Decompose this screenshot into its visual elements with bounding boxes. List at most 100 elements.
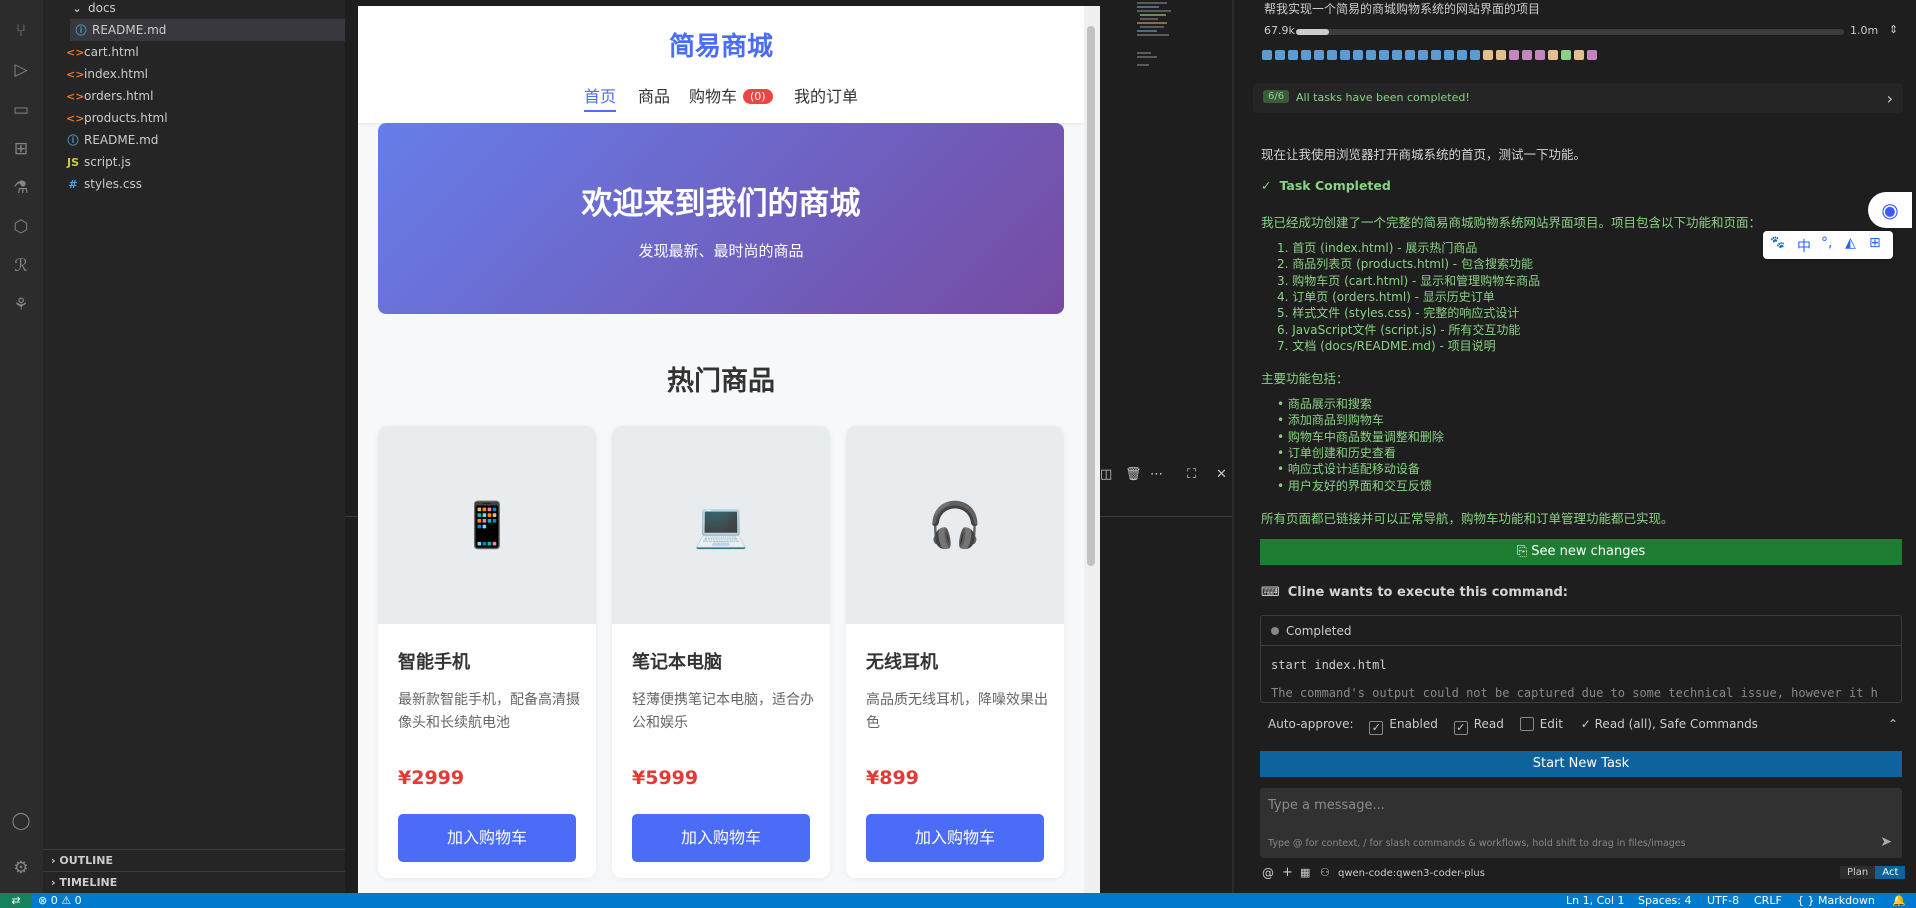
outline-section[interactable]: › OUTLINE <box>43 849 345 871</box>
act-mode-button[interactable]: Act <box>1875 866 1906 879</box>
ime-language-toggle[interactable]: 中 <box>1797 236 1811 256</box>
checkpoint-marker[interactable] <box>1366 50 1376 60</box>
account-icon[interactable]: ◯ <box>8 808 34 834</box>
trash-icon[interactable]: 🗑 <box>1125 467 1142 482</box>
checkpoint-marker[interactable] <box>1275 50 1285 60</box>
checkpoint-marker[interactable] <box>1561 50 1571 60</box>
containers-icon[interactable]: ⬡ <box>8 214 34 240</box>
auto-approve-summary: ✓ Read (all), Safe Commands <box>1580 717 1758 731</box>
product-card: 💻 笔记本电脑 轻薄便携笔记本电脑，适合办公和娱乐 ¥5999 加入购物车 <box>612 426 830 878</box>
run-debug-icon[interactable]: ▷ <box>8 57 34 83</box>
checkpoint-marker[interactable] <box>1496 50 1506 60</box>
context-progress-track <box>1296 29 1844 35</box>
source-control-icon[interactable]: ⑂ <box>8 18 34 44</box>
checkpoint-marker[interactable] <box>1418 50 1428 60</box>
plan-mode-button[interactable]: Plan <box>1840 866 1876 879</box>
checkpoint-marker[interactable] <box>1301 50 1311 60</box>
split-terminal-icon[interactable]: ◫ <box>1100 467 1112 482</box>
nav-orders[interactable]: 我的订单 <box>794 83 858 107</box>
scrollbar-thumb[interactable] <box>1087 26 1095 566</box>
edit-checkbox[interactable] <box>1519 717 1534 731</box>
checkpoint-marker[interactable] <box>1522 50 1532 60</box>
nav-home[interactable]: 首页 <box>584 83 617 112</box>
bell-icon[interactable]: 🔔 <box>1892 893 1906 908</box>
remote-explorer-icon[interactable]: ▭ <box>8 97 34 123</box>
see-new-changes-button[interactable]: ⎘ See new changes <box>1260 539 1902 565</box>
punctuation-icon[interactable]: °, <box>1821 235 1832 251</box>
tree-folder-docs[interactable]: ⌄ docs <box>70 0 115 19</box>
remote-indicator-icon[interactable]: ⇄ <box>0 893 32 908</box>
settings-gear-icon[interactable]: ⚙ <box>8 855 34 881</box>
tree-file-orders[interactable]: <>orders.html <box>66 85 153 107</box>
language-mode[interactable]: { } Markdown <box>1797 893 1875 908</box>
checkpoint-marker[interactable] <box>1444 50 1454 60</box>
checkpoint-marker[interactable] <box>1327 50 1337 60</box>
nav-cart[interactable]: 购物车 (0) <box>689 83 773 107</box>
add-icon[interactable]: + <box>1282 865 1293 880</box>
checkpoint-marker[interactable] <box>1392 50 1402 60</box>
start-new-task-button[interactable]: Start New Task <box>1260 751 1902 777</box>
tree-file-docs-readme[interactable]: ⓘ README.md <box>70 19 345 41</box>
product-description: 轻薄便携笔记本电脑，适合办公和娱乐 <box>632 692 814 731</box>
tree-file-cart[interactable]: <>cart.html <box>66 41 139 63</box>
add-to-cart-button[interactable]: 加入购物车 <box>398 814 576 862</box>
chevron-down-icon: ⌄ <box>72 2 82 15</box>
grid-icon[interactable]: ⊞ <box>1869 235 1881 251</box>
add-to-cart-button[interactable]: 加入购物车 <box>632 814 810 862</box>
line-ending[interactable]: CRLF <box>1754 893 1782 908</box>
problems-indicator[interactable]: ⊗ 0 ⚠ 0 <box>38 893 82 908</box>
tree-file-readme[interactable]: ⓘ README.md <box>66 129 159 151</box>
checkpoint-marker[interactable] <box>1340 50 1350 60</box>
tree-file-products[interactable]: <>products.html <box>66 107 168 129</box>
paw-icon[interactable]: 🐾 <box>1770 235 1785 249</box>
diff-icon: ⎘ <box>1516 544 1532 559</box>
extensions-icon[interactable]: ⊞ <box>8 136 34 162</box>
tree-file-styles[interactable]: # styles.css <box>66 173 142 195</box>
message-input[interactable] <box>1268 798 1868 813</box>
checkpoint-marker[interactable] <box>1587 50 1597 60</box>
checkpoint-marker[interactable] <box>1431 50 1441 60</box>
checkpoint-marker[interactable] <box>1379 50 1389 60</box>
tree-file-index[interactable]: <>index.html <box>66 63 148 85</box>
checkpoint-marker[interactable] <box>1457 50 1467 60</box>
maximize-panel-icon[interactable]: ⛶ <box>1187 467 1196 482</box>
checkpoint-marker[interactable] <box>1405 50 1415 60</box>
nav-products[interactable]: 商品 <box>638 83 670 107</box>
checkpoint-marker[interactable] <box>1548 50 1558 60</box>
command-status: Completed <box>1261 616 1901 646</box>
checkpoint-marker[interactable] <box>1288 50 1298 60</box>
timeline-section[interactable]: › TIMELINE <box>43 871 345 893</box>
cline-icon[interactable]: ℛ <box>8 253 34 279</box>
checkpoint-marker[interactable] <box>1574 50 1584 60</box>
assistant-avatar-icon[interactable]: ◉ <box>1868 192 1912 228</box>
model-selector[interactable]: qwen-code:qwen3-coder-plus <box>1338 868 1485 879</box>
assistant-icon[interactable]: ◭ <box>1845 235 1856 251</box>
encoding[interactable]: UTF-8 <box>1707 893 1739 908</box>
checkpoint-marker[interactable] <box>1470 50 1480 60</box>
cursor-position[interactable]: Ln 1, Col 1 <box>1566 893 1625 908</box>
ai-assistant-icon[interactable]: ⚘ <box>8 292 34 318</box>
more-actions-icon[interactable]: ⋯ <box>1150 467 1163 482</box>
panel-toolbar: ◫ 🗑 ⋯ ⛶ ✕ <box>1090 464 1232 490</box>
product-price: ¥899 <box>866 767 919 789</box>
send-icon[interactable]: ➤ <box>1880 834 1892 850</box>
checkpoint-marker[interactable] <box>1314 50 1324 60</box>
checkpoint-marker[interactable] <box>1262 50 1272 60</box>
enabled-checkbox[interactable]: ✓ <box>1369 721 1384 735</box>
read-checkbox[interactable]: ✓ <box>1453 721 1468 735</box>
product-name: 笔记本电脑 <box>632 652 722 673</box>
chevron-up-icon[interactable]: ⌃ <box>1888 717 1898 731</box>
indentation[interactable]: Spaces: 4 <box>1638 893 1691 908</box>
mention-icon[interactable]: @ <box>1262 866 1274 880</box>
checkpoint-marker[interactable] <box>1509 50 1519 60</box>
checkpoint-marker[interactable] <box>1353 50 1363 60</box>
checkpoint-marker[interactable] <box>1483 50 1493 60</box>
tree-file-script[interactable]: JS script.js <box>66 151 131 173</box>
image-icon[interactable]: ▦ <box>1300 866 1310 879</box>
task-list-summary[interactable]: 6/6 All tasks have been completed! › <box>1253 83 1903 113</box>
testing-icon[interactable]: ⚗ <box>8 175 34 201</box>
compress-icon[interactable]: ⇕ <box>1889 23 1898 36</box>
close-icon[interactable]: ✕ <box>1216 467 1227 482</box>
add-to-cart-button[interactable]: 加入购物车 <box>866 814 1044 862</box>
checkpoint-marker[interactable] <box>1535 50 1545 60</box>
